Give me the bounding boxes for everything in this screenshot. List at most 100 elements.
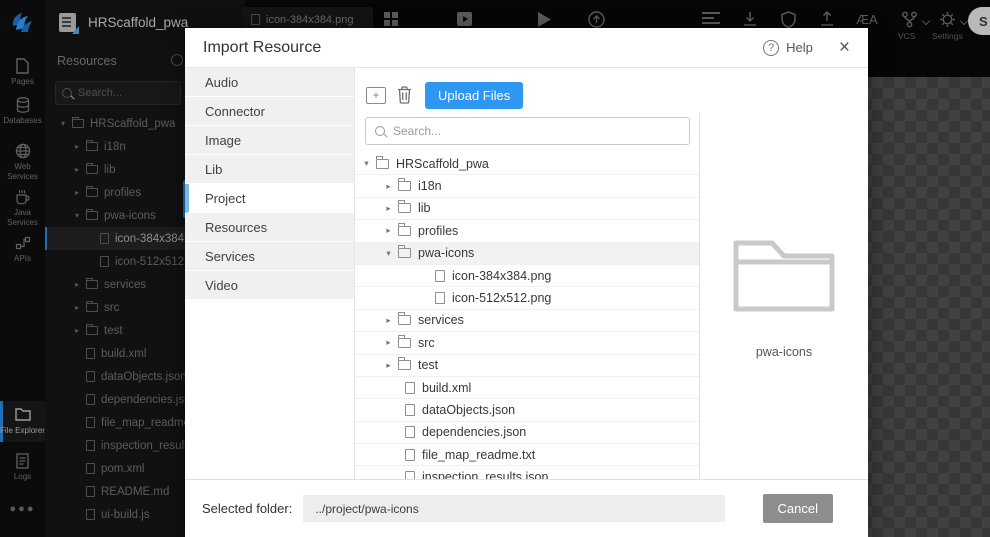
tree-item[interactable]: ▸ src: [355, 332, 699, 355]
folder-icon: [398, 222, 411, 236]
tree-item[interactable]: ▸ test: [355, 355, 699, 377]
more-options-button[interactable]: ●●●: [0, 503, 45, 515]
tree-item-label: icon-384x384.png: [115, 232, 188, 245]
tree-item[interactable]: ▸ services: [45, 273, 188, 296]
category-list: Audio Connector Image Lib Project Resour…: [185, 68, 355, 479]
folder-icon: [398, 178, 411, 192]
tree-item[interactable]: dependencies.json: [45, 388, 188, 411]
new-folder-button[interactable]: +: [366, 86, 386, 104]
tree-item[interactable]: ▸ services: [355, 310, 699, 333]
tree-item[interactable]: dependencies.json: [355, 422, 699, 445]
dialog-search-input[interactable]: [393, 124, 689, 138]
globe-icon: [15, 143, 31, 159]
category-services[interactable]: Services: [185, 242, 354, 271]
tree-item[interactable]: inspection_results.json: [355, 466, 699, 479]
category-video[interactable]: Video: [185, 271, 354, 300]
chevron-right-icon: ▸: [386, 202, 391, 213]
panel-refresh-icon[interactable]: [171, 54, 183, 66]
tree-item[interactable]: icon-512x512.png: [45, 250, 188, 273]
tree-item[interactable]: build.xml: [355, 377, 699, 400]
menu-list-icon[interactable]: [702, 11, 720, 26]
rail-label: APIs: [14, 254, 31, 263]
tree-item-label: README.md: [101, 485, 170, 498]
tree-item[interactable]: build.xml: [45, 342, 188, 365]
preview-icon[interactable]: [456, 11, 473, 27]
tree-item[interactable]: ▸ i18n: [45, 135, 188, 158]
tree-item-label: pom.xml: [101, 462, 145, 475]
help-link[interactable]: Help: [786, 40, 813, 55]
tree-item[interactable]: ▸ lib: [45, 158, 188, 181]
left-nav-rail: Pages Databases Web Services Java Servic…: [0, 45, 45, 537]
vcs-chevron-down-icon[interactable]: [921, 16, 931, 26]
tree-item[interactable]: ▸ lib: [355, 198, 699, 221]
chevron-right-icon: ▸: [74, 165, 79, 174]
category-connector[interactable]: Connector: [185, 97, 354, 126]
run-icon[interactable]: [537, 11, 552, 28]
tree-item[interactable]: file_map_readme.txt: [45, 411, 188, 434]
sidebar-item-java-services[interactable]: Java Services: [0, 189, 45, 227]
tree-item[interactable]: ui-build.js: [45, 503, 188, 526]
shield-icon[interactable]: [781, 11, 796, 28]
folder-icon: [398, 334, 411, 348]
delete-trash-button[interactable]: [397, 86, 412, 104]
category-audio[interactable]: Audio: [185, 68, 354, 97]
settings-chevron-down-icon[interactable]: [959, 16, 969, 26]
tree-item[interactable]: ▸ profiles: [45, 181, 188, 204]
tree-item[interactable]: dataObjects.json: [45, 365, 188, 388]
category-image[interactable]: Image: [185, 126, 354, 155]
category-project-selected[interactable]: Project: [185, 184, 354, 213]
tree-item-selected[interactable]: ▾ pwa-icons: [355, 242, 699, 265]
tree-item[interactable]: ▸ i18n: [355, 175, 699, 198]
help-icon[interactable]: ?: [763, 39, 780, 56]
tree-item[interactable]: pom.xml: [45, 457, 188, 480]
settings-gear-icon[interactable]: [939, 11, 956, 28]
panel-title: Resources: [57, 54, 117, 68]
tree-item[interactable]: ▾ HRScaffold_pwa: [45, 112, 188, 135]
tree-item-label: icon-384x384.png: [452, 268, 552, 283]
save-pill-button[interactable]: S: [968, 7, 990, 35]
brand-logo[interactable]: [0, 0, 45, 45]
category-resources[interactable]: Resources: [185, 213, 354, 242]
sidebar-item-file-explorer[interactable]: File Explorer: [0, 401, 45, 442]
close-icon[interactable]: ×: [839, 38, 850, 57]
sidebar-item-web-services[interactable]: Web Services: [0, 143, 45, 181]
sidebar-item-apis[interactable]: APIs: [0, 235, 45, 264]
tree-item[interactable]: ▾ HRScaffold_pwa: [355, 153, 699, 176]
tree-item[interactable]: icon-512x512.png: [355, 287, 699, 310]
tree-item[interactable]: dataObjects.json: [355, 399, 699, 422]
tree-item[interactable]: README.md: [45, 480, 188, 503]
tree-item[interactable]: ▸ src: [45, 296, 188, 319]
vcs-branch-icon[interactable]: [901, 11, 918, 28]
chevron-right-icon: ▸: [386, 314, 391, 325]
chevron-down-icon: ▾: [386, 247, 391, 258]
category-label: Lib: [205, 161, 223, 177]
cancel-button[interactable]: Cancel: [762, 494, 833, 523]
layout-grid-icon[interactable]: [383, 11, 399, 27]
tree-item[interactable]: inspection_results.json: [45, 434, 188, 457]
tree-item[interactable]: ▸ profiles: [355, 220, 699, 243]
dialog-search-box[interactable]: [365, 117, 690, 145]
sidebar-item-databases[interactable]: Databases: [0, 97, 45, 126]
sidebar-item-logs[interactable]: Logs: [0, 453, 45, 482]
tree-item-selected[interactable]: icon-384x384.png: [45, 227, 188, 250]
publish-icon[interactable]: [588, 11, 605, 28]
upload-icon[interactable]: [820, 11, 834, 27]
tree-item-label: src: [104, 301, 120, 314]
tree-item[interactable]: icon-384x384.png: [355, 265, 699, 288]
tree-item-label: services: [418, 313, 464, 328]
rail-label: Databases: [3, 116, 42, 125]
category-lib[interactable]: Lib: [185, 155, 354, 184]
tree-item[interactable]: ▾ pwa-icons: [45, 204, 188, 227]
panel-search-input[interactable]: Search...: [55, 81, 181, 105]
selected-folder-path-field[interactable]: [303, 495, 726, 522]
chevron-down-icon: ▾: [74, 211, 79, 220]
tree-item[interactable]: file_map_readme.txt: [355, 444, 699, 467]
folder-icon: [86, 278, 98, 289]
i18n-translate-icon[interactable]: ÆA: [856, 11, 878, 29]
upload-files-button[interactable]: Upload Files: [425, 81, 524, 109]
tree-item-label: lib: [104, 163, 116, 176]
sidebar-item-pages[interactable]: Pages: [0, 58, 45, 87]
download-icon[interactable]: [743, 11, 757, 27]
tree-item[interactable]: ▸ test: [45, 319, 188, 342]
wave-logo-icon: [12, 13, 32, 32]
